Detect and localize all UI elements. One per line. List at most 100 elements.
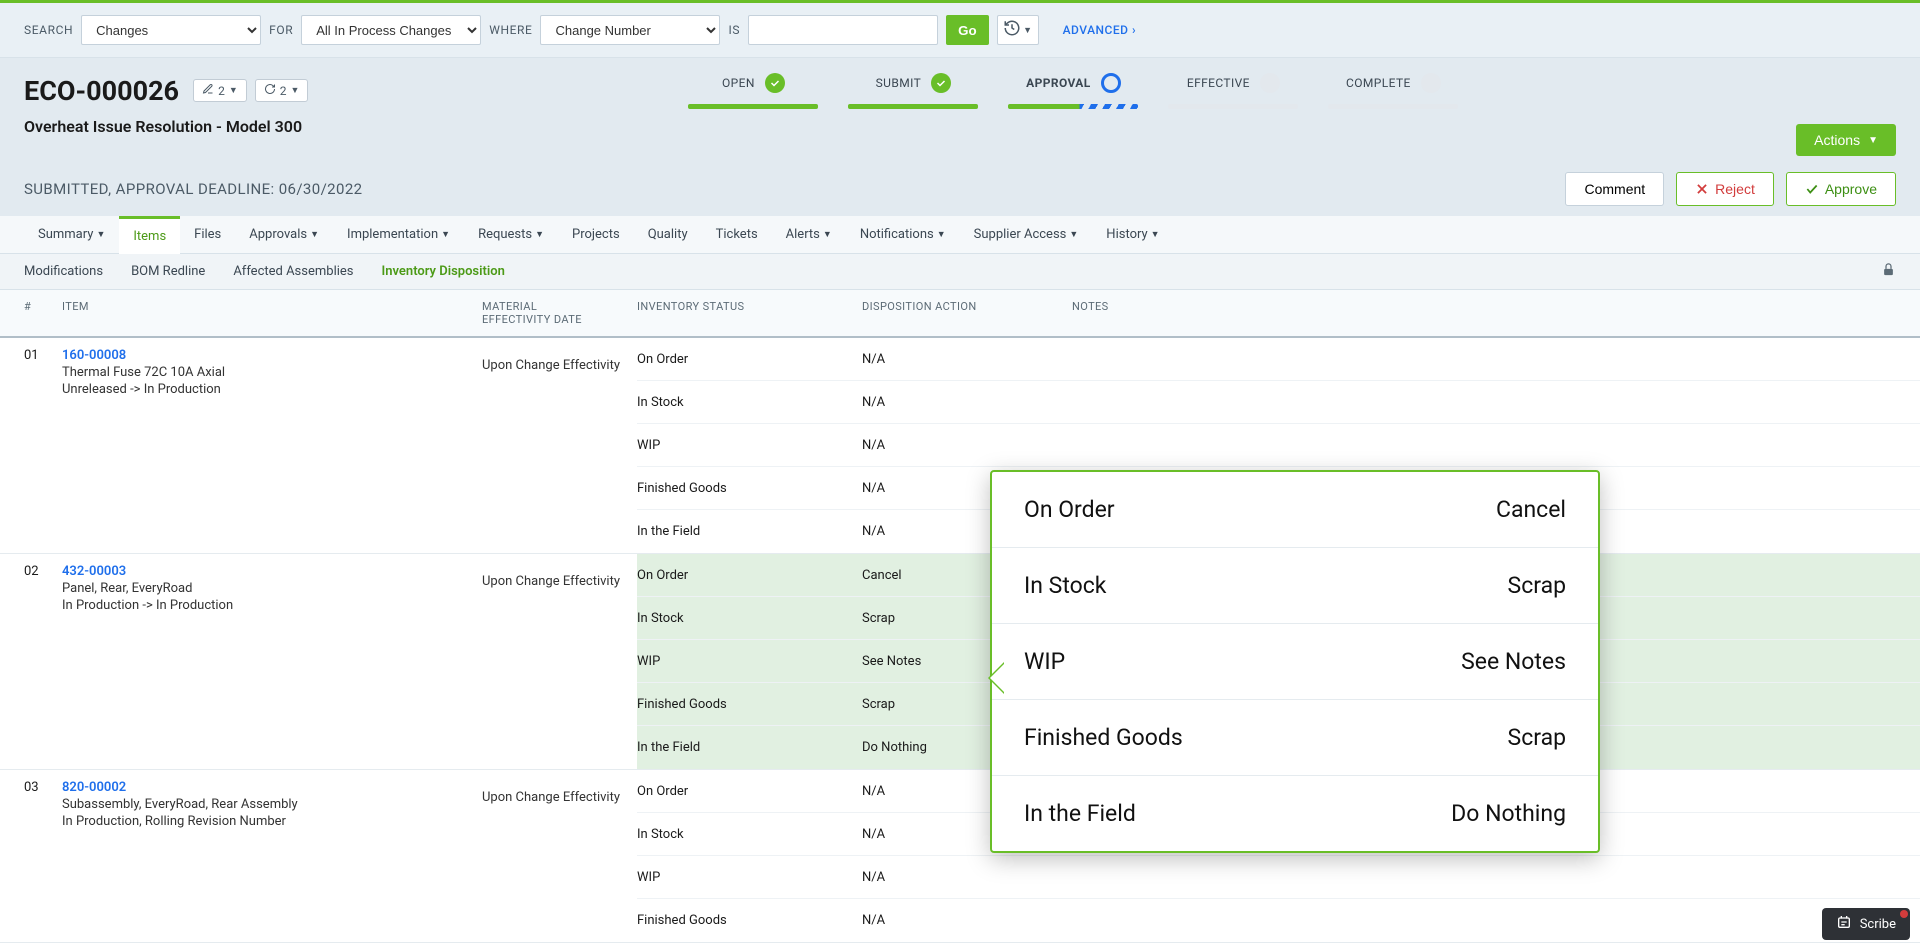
approve-button[interactable]: Approve (1786, 172, 1896, 206)
callout-row: In Stock Scrap (992, 548, 1598, 624)
where-label: WHERE (489, 23, 532, 37)
for-label: FOR (269, 23, 293, 37)
callout-disp: See Notes (1461, 648, 1566, 675)
record-id: ECO-000026 (24, 75, 179, 107)
row-num: 03 (24, 780, 62, 932)
inventory-status: WIP (637, 870, 862, 885)
inventory-status: In the Field (637, 524, 862, 539)
disposition-action: N/A (862, 438, 1072, 453)
tab-items[interactable]: Items (119, 216, 180, 254)
material-effectivity: Upon Change Effectivity (482, 780, 637, 932)
record-title: Overheat Issue Resolution - Model 300 (24, 117, 1896, 136)
tab-label: Items (133, 229, 166, 244)
tab-summary[interactable]: Summary▼ (24, 216, 119, 254)
edit-icon (202, 83, 214, 98)
subtab-modifications[interactable]: Modifications (24, 264, 103, 279)
disposition-row[interactable]: WIP N/A (637, 424, 1920, 467)
inventory-status: On Order (637, 352, 862, 367)
inventory-status: In the Field (637, 740, 862, 755)
search-history-button[interactable]: ▼ (997, 15, 1039, 45)
tab-label: Files (194, 227, 221, 242)
tab-label: Quality (648, 227, 688, 242)
inventory-status: On Order (637, 568, 862, 583)
item-number-link[interactable]: 432-00003 (62, 564, 482, 579)
disposition-action: N/A (862, 913, 1072, 928)
disposition-row[interactable]: On Order N/A (637, 338, 1920, 381)
tab-label: Approvals (249, 227, 307, 242)
scribe-widget[interactable]: Scribe (1822, 908, 1910, 940)
actions-button[interactable]: Actions ▼ (1796, 124, 1896, 156)
item-description: Thermal Fuse 72C 10A Axial (62, 365, 482, 380)
tab-notifications[interactable]: Notifications▼ (846, 216, 960, 254)
wf-complete-label: COMPLETE (1346, 76, 1411, 90)
tab-quality[interactable]: Quality (634, 216, 702, 254)
item-number-link[interactable]: 820-00002 (62, 780, 482, 795)
col-num: # (24, 300, 62, 326)
grey-circle-icon (1260, 73, 1280, 93)
chevron-down-icon: ▼ (1151, 229, 1160, 240)
callout-inv: On Order (1024, 496, 1115, 523)
tab-projects[interactable]: Projects (558, 216, 634, 254)
material-effectivity: Upon Change Effectivity (482, 348, 637, 543)
disposition-row[interactable]: Finished Goods N/A (637, 899, 1920, 942)
history-icon (1003, 19, 1021, 41)
callout-disp: Do Nothing (1451, 800, 1566, 827)
inventory-status: On Order (637, 784, 862, 799)
wf-step-submit: SUBMIT (848, 72, 978, 109)
wf-step-effective: EFFECTIVE (1168, 72, 1298, 109)
callout-disp: Scrap (1508, 724, 1566, 751)
callout-disp: Cancel (1496, 496, 1566, 523)
grey-circle-icon (1421, 73, 1441, 93)
disposition-row[interactable]: WIP N/A (637, 856, 1920, 899)
chevron-down-icon: ▼ (1069, 229, 1078, 240)
tab-tickets[interactable]: Tickets (702, 216, 772, 254)
subtab-bom-redline[interactable]: BOM Redline (131, 264, 205, 279)
tab-supplier-access[interactable]: Supplier Access▼ (960, 216, 1093, 254)
tab-requests[interactable]: Requests▼ (464, 216, 558, 254)
subtab-inventory-disposition[interactable]: Inventory Disposition (382, 264, 505, 279)
item-number-link[interactable]: 160-00008 (62, 348, 482, 363)
search-bar: SEARCH Changes FOR All In Process Change… (0, 3, 1920, 58)
item-cell: 432-00003 Panel, Rear, EveryRoad In Prod… (62, 564, 482, 759)
search-go-button[interactable]: Go (946, 15, 989, 45)
row-num: 02 (24, 564, 62, 759)
check-circle-icon (765, 73, 785, 93)
col-item: ITEM (62, 300, 482, 326)
sub-tabs: Modifications BOM Redline Affected Assem… (0, 254, 1920, 290)
item-block: 01 160-00008 Thermal Fuse 72C 10A Axial … (0, 338, 1920, 554)
tab-alerts[interactable]: Alerts▼ (772, 216, 846, 254)
links-count: 2 (280, 84, 287, 98)
tab-files[interactable]: Files (180, 216, 235, 254)
search-value-input[interactable] (748, 15, 938, 45)
disposition-row[interactable]: In Stock N/A (637, 381, 1920, 424)
tab-label: Tickets (716, 227, 758, 242)
chevron-down-icon: ▼ (535, 229, 544, 240)
main-tabs: Summary▼ Items Files Approvals▼ Implemen… (0, 216, 1920, 254)
item-lifecycle: Unreleased -> In Production (62, 382, 482, 397)
subtab-affected-assemblies[interactable]: Affected Assemblies (233, 264, 353, 279)
tab-approvals[interactable]: Approvals▼ (235, 216, 333, 254)
chevron-down-icon: ▼ (1868, 135, 1878, 146)
edits-badge[interactable]: 2 ▼ (193, 79, 247, 102)
workflow-ribbon: OPEN SUBMIT APPROVAL EFFECTIVE C (688, 72, 1458, 109)
tab-history[interactable]: History▼ (1092, 216, 1173, 254)
comment-button[interactable]: Comment (1565, 172, 1664, 206)
advanced-search-link[interactable]: ADVANCED › (1063, 23, 1136, 37)
tab-label: Notifications (860, 227, 934, 242)
chevron-down-icon: ▼ (96, 229, 105, 240)
search-type-select[interactable]: Changes (81, 15, 261, 45)
row-num: 01 (24, 348, 62, 543)
search-scope-select[interactable]: All In Process Changes (301, 15, 481, 45)
item-cell: 820-00002 Subassembly, EveryRoad, Rear A… (62, 780, 482, 932)
inventory-status: In Stock (637, 611, 862, 626)
callout-row: On Order Cancel (992, 472, 1598, 548)
tab-label: Supplier Access (974, 227, 1067, 242)
tab-implementation[interactable]: Implementation▼ (333, 216, 464, 254)
links-badge[interactable]: 2 ▼ (255, 79, 309, 102)
inventory-status: WIP (637, 438, 862, 453)
disposition-action: N/A (862, 395, 1072, 410)
reject-button[interactable]: Reject (1676, 172, 1774, 206)
tab-label: Alerts (786, 227, 820, 242)
approval-actions: Comment Reject Approve (1565, 172, 1896, 206)
search-field-select[interactable]: Change Number (540, 15, 720, 45)
